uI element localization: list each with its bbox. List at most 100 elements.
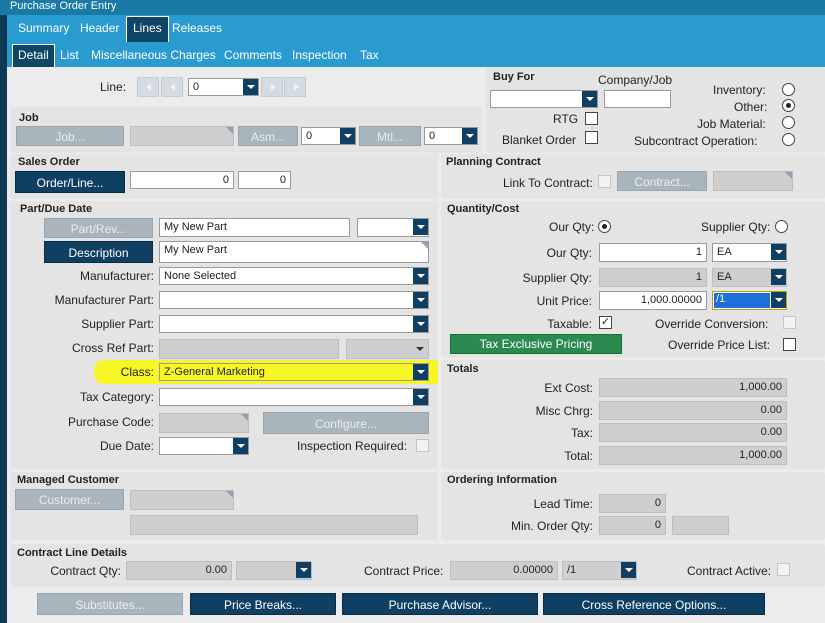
chevron-down-icon[interactable] (413, 364, 428, 380)
job-field (130, 126, 234, 146)
line-select[interactable]: 0 (188, 78, 259, 96)
manufacturer-part-select[interactable] (159, 291, 429, 309)
chevron-down-icon[interactable] (340, 128, 355, 144)
part-rev-button[interactable]: Part/Rev... (44, 218, 153, 238)
first-record-button[interactable] (137, 77, 159, 97)
line-label: Line: (100, 80, 127, 94)
tax-label: Tax: (570, 426, 593, 440)
total-field: 1,000.00 (599, 446, 787, 465)
tab-list[interactable]: List (60, 48, 79, 62)
contract-button[interactable]: Contract... (617, 171, 707, 191)
tab-lines[interactable]: Lines (126, 16, 169, 42)
chevron-down-icon[interactable] (771, 269, 786, 285)
chevron-down-icon[interactable] (462, 128, 477, 144)
cross-reference-options-button[interactable]: Cross Reference Options... (543, 593, 765, 615)
line-value: 0 (193, 81, 200, 93)
chevron-down-icon[interactable] (243, 79, 258, 95)
tax-exclusive-pricing-button[interactable]: Tax Exclusive Pricing (450, 334, 622, 354)
class-select[interactable]: Z-General Marketing (159, 363, 429, 381)
tab-miscellaneous-charges[interactable]: Miscellaneous Charges (91, 48, 216, 62)
override-price-list-checkbox[interactable] (783, 338, 796, 351)
description-input[interactable]: My New Part (159, 241, 429, 263)
tab-releases[interactable]: Releases (172, 21, 222, 35)
supplier-part-select[interactable] (159, 315, 429, 333)
planning-contract-title: Planning Contract (446, 156, 541, 168)
job-button[interactable]: Job... (16, 126, 124, 146)
revision-select[interactable] (357, 218, 429, 237)
asm-button[interactable]: Asm... (238, 126, 298, 146)
detail-content: Line: 0 Job Job... Asm... 0 Mtl... 0 Buy… (7, 67, 825, 623)
due-date-input[interactable] (159, 437, 249, 455)
chevron-down-icon[interactable] (771, 244, 786, 260)
job-material-label: Job Material: (697, 117, 766, 131)
taxable-checkbox[interactable]: ✓ (599, 316, 612, 329)
price-breaks-button[interactable]: Price Breaks... (190, 593, 336, 615)
supplier-uom-select[interactable]: EA (712, 268, 787, 287)
manufacturer-select[interactable]: None Selected (159, 267, 429, 285)
customer-button[interactable]: Customer... (15, 489, 124, 510)
sales-order-line-input[interactable]: 0 (238, 171, 291, 189)
manufacturer-part-label: Manufacturer Part: (54, 293, 154, 307)
tab-detail[interactable]: Detail (12, 44, 55, 67)
job-panel: Job Job... Asm... 0 Mtl... 0 (10, 107, 482, 153)
link-to-contract-checkbox[interactable] (598, 175, 611, 188)
supplier-qty-radio-label: Supplier Qty: (701, 220, 771, 234)
our-qty-radio[interactable] (598, 220, 611, 233)
sales-order-panel: Sales Order Order/Line... 0 0 (10, 154, 438, 199)
cross-ref-part-select[interactable] (346, 339, 429, 359)
inspection-required-checkbox[interactable] (416, 439, 429, 452)
previous-record-button[interactable] (161, 77, 183, 97)
configure-button[interactable]: Configure... (263, 412, 429, 434)
contract-active-checkbox[interactable] (777, 563, 790, 576)
sales-order-input[interactable]: 0 (130, 171, 234, 189)
blanket-order-checkbox[interactable] (585, 131, 598, 144)
part-number-input[interactable]: My New Part (159, 218, 350, 237)
mtl-value: 0 (429, 130, 436, 142)
chevron-down-icon[interactable] (413, 268, 428, 284)
min-order-qty-field: 0 (599, 516, 666, 535)
substitutes-button[interactable]: Substitutes... (37, 593, 183, 615)
order-line-button[interactable]: Order/Line... (15, 171, 125, 193)
tab-header[interactable]: Header (80, 21, 119, 35)
purchase-advisor-button[interactable]: Purchase Advisor... (342, 593, 538, 615)
asm-select[interactable]: 0 (301, 127, 356, 145)
unit-price-input[interactable]: 1,000.00000 (599, 291, 707, 310)
tax-category-select[interactable] (159, 388, 429, 406)
tab-comments[interactable]: Comments (224, 48, 282, 62)
chevron-down-icon[interactable] (582, 91, 597, 107)
mtl-button[interactable]: Mtl... (359, 126, 421, 146)
chevron-down-icon[interactable] (771, 292, 786, 308)
chevron-down-icon[interactable] (296, 562, 311, 578)
chevron-down-icon[interactable] (413, 292, 428, 308)
tab-tax[interactable]: Tax (360, 48, 379, 62)
chevron-down-icon[interactable] (413, 389, 428, 405)
chevron-down-icon[interactable] (621, 562, 636, 578)
calendar-dropdown-icon[interactable] (233, 438, 248, 454)
last-record-button[interactable] (284, 77, 306, 97)
override-conversion-checkbox[interactable] (783, 316, 796, 329)
contract-line-details-panel: Contract Line Details Contract Qty: 0.00… (10, 544, 825, 587)
contract-price-per-select[interactable]: /1 (562, 561, 637, 580)
subcontract-operation-radio[interactable] (782, 133, 795, 146)
tab-summary[interactable]: Summary (18, 21, 69, 35)
tab-inspection[interactable]: Inspection (292, 48, 347, 62)
chevron-down-icon[interactable] (413, 316, 428, 332)
buy-for-company-select[interactable] (490, 90, 598, 108)
chevron-down-icon[interactable] (413, 219, 428, 235)
description-button[interactable]: Description (44, 241, 153, 263)
rtg-checkbox[interactable] (585, 112, 598, 125)
our-qty-input[interactable]: 1 (599, 243, 707, 262)
next-record-button[interactable] (261, 77, 283, 97)
cross-ref-part-field (159, 339, 339, 359)
our-qty-label: Our Qty: (546, 246, 592, 260)
chevron-down-icon[interactable] (412, 341, 427, 357)
contract-qty-uom-select[interactable] (236, 561, 312, 580)
mtl-select[interactable]: 0 (424, 127, 478, 145)
our-uom-select[interactable]: EA (712, 243, 787, 262)
other-radio[interactable] (782, 99, 795, 112)
inventory-radio[interactable] (782, 83, 795, 96)
job-material-radio[interactable] (782, 116, 795, 129)
company-job-input[interactable] (604, 90, 671, 108)
price-per-select[interactable]: /1 (712, 291, 787, 310)
supplier-qty-radio[interactable] (775, 220, 788, 233)
